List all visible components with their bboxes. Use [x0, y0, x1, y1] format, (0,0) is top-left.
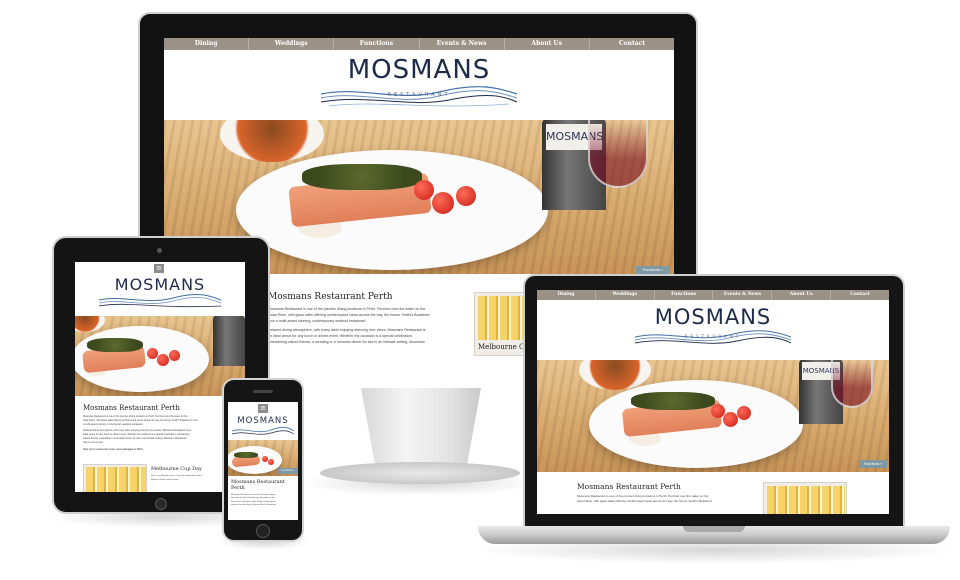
nav-about-us[interactable]: About Us	[505, 38, 590, 50]
nav-dining[interactable]: Dining	[164, 38, 250, 50]
phone-menu-toggle-button[interactable]: ≡	[258, 404, 268, 413]
herb-topping	[631, 392, 715, 410]
laptop-screen: Dining Weddings Functions Events & News …	[537, 290, 889, 514]
tablet-event-title: Melbourne Cup Day	[151, 466, 202, 472]
logo-title: MOSMANS	[114, 275, 206, 294]
tablet-page-title: Mosmans Restaurant Perth	[83, 404, 180, 412]
laptop-event-card[interactable]	[763, 482, 847, 514]
phone-intro-text: Mosmans Restaurant is one of the premier…	[231, 494, 276, 507]
phone-hero-tag-functions[interactable]: Functions »	[278, 468, 298, 474]
nav-contact[interactable]: Contact	[831, 290, 889, 300]
herb-topping	[87, 338, 143, 352]
logo-subtitle: RESTAURANT	[387, 92, 451, 98]
tomato	[169, 350, 180, 361]
phone-speaker	[253, 390, 273, 393]
tomato	[414, 180, 434, 200]
phone-home-button[interactable]	[256, 524, 270, 538]
tomato	[432, 192, 454, 214]
tablet-event-card[interactable]	[83, 464, 147, 492]
tablet-screen: ≡ MOSMANS Mosmans Restaurant Perth Mosma…	[75, 262, 245, 492]
champagne-image	[86, 467, 146, 492]
newsletter-link[interactable]: Sign up to receive the news, view packag…	[83, 447, 241, 452]
side-bowl	[220, 120, 324, 162]
phone-hero-image: Functions »	[228, 440, 298, 476]
logo-title: MOSMANS	[237, 416, 289, 426]
intro-text: Mosmans Restaurant is one of the premier…	[268, 307, 430, 344]
laptop-intro-text: Mosmans Restaurant is one of the premier…	[577, 494, 712, 503]
logo-subtitle: RESTAURANT	[684, 334, 742, 339]
nav-functions[interactable]: Functions	[655, 290, 714, 300]
wine-glass	[831, 360, 873, 408]
logo-wave-graphic	[634, 330, 792, 344]
tablet-home-button[interactable]	[155, 498, 167, 510]
wine-glass	[588, 120, 648, 188]
event-card-title: Melbourne Cu	[478, 343, 529, 351]
logo-wave-graphic	[98, 294, 222, 308]
side-bowl	[75, 316, 105, 332]
event-card[interactable]: Melbourne Cu	[474, 292, 529, 356]
herb-topping	[302, 164, 422, 190]
champagne-image	[767, 486, 845, 514]
main-navigation: Dining Weddings Functions Events & News …	[164, 38, 674, 50]
laptop-hero-tag-functions[interactable]: Functions »	[859, 460, 887, 468]
tomato	[737, 406, 751, 420]
laptop-hero-image: MOSMANS Functions »	[537, 360, 889, 472]
tablet-hero-image	[75, 316, 245, 396]
nav-dining[interactable]: Dining	[537, 290, 596, 300]
menu-toggle-button[interactable]: ≡	[154, 264, 164, 273]
nav-events-news[interactable]: Events & News	[420, 38, 505, 50]
nav-about-us[interactable]: About Us	[772, 290, 832, 300]
hero-tag-functions[interactable]: Functions »	[636, 266, 670, 274]
laptop-logo[interactable]: MOSMANS RESTAURANT	[633, 306, 793, 352]
nav-contact[interactable]: Contact	[590, 38, 674, 50]
phone-logo[interactable]: MOSMANS	[231, 416, 295, 438]
monitor-stand-base	[320, 462, 520, 484]
laptop-navigation: Dining Weddings Functions Events & News …	[537, 290, 889, 300]
logo-title: MOSMANS	[654, 305, 772, 329]
tablet-logo[interactable]: MOSMANS	[97, 276, 223, 314]
laptop-hinge-notch	[683, 526, 745, 532]
tomato	[268, 459, 274, 465]
logo[interactable]: MOSMANS RESTAURANT	[319, 56, 519, 114]
nav-weddings[interactable]: Weddings	[596, 290, 655, 300]
phone-screen: ≡ MOSMANS Functions » Mosmans Restaurant…	[228, 402, 298, 520]
herb-topping	[234, 452, 258, 458]
logo-title: MOSMANS	[347, 55, 491, 85]
wine-bottle	[213, 316, 245, 366]
nav-weddings[interactable]: Weddings	[249, 38, 335, 50]
monitor-stand-neck	[361, 388, 481, 470]
logo-wave-graphic	[231, 426, 295, 435]
page-title: Mosmans Restaurant Perth	[268, 292, 393, 302]
tomato	[723, 412, 738, 427]
tomato	[456, 186, 476, 206]
phone-page-title: Mosmans Restaurant Perth	[231, 479, 285, 491]
nav-functions[interactable]: Functions	[334, 38, 420, 50]
tablet-intro-text: Mosmans Restaurant is one of the premier…	[83, 415, 241, 452]
champagne-image	[478, 296, 526, 340]
tablet-camera	[157, 248, 162, 253]
nav-events-news[interactable]: Events & News	[713, 290, 773, 300]
laptop-page-title: Mosmans Restaurant Perth	[577, 482, 681, 491]
tomato	[157, 354, 169, 366]
